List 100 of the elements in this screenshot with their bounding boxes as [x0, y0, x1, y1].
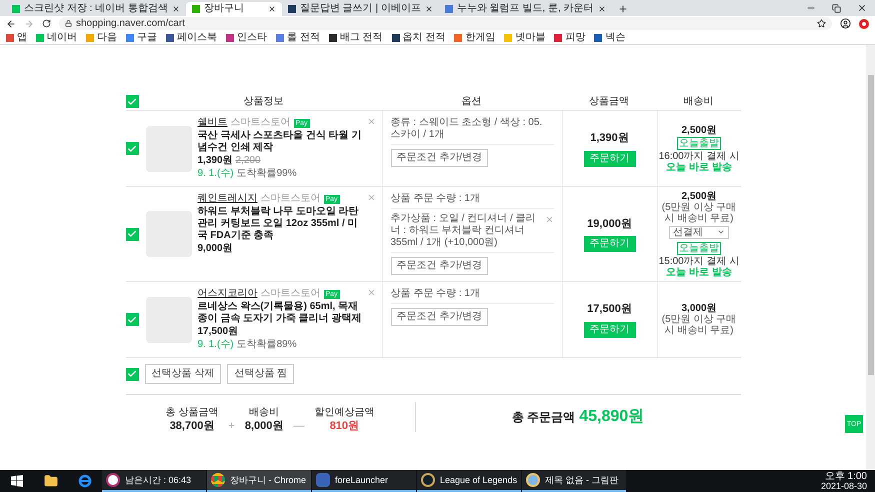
product-name[interactable]: 하워드 부처블락 나무 도마오일 라탄 관리 커팅보드 오일 12oz 355ml / 미국 FDA기준 충족	[198, 206, 368, 242]
extension-icon[interactable]	[859, 18, 869, 28]
product-name[interactable]: 르네상스 왁스(기록물용) 65ml, 목재 종이 금속 도자기 가죽 클리너 광택제	[198, 301, 368, 325]
bookmark[interactable]: 넥슨	[594, 32, 626, 42]
column-header: 옵션	[462, 96, 482, 106]
address-bar[interactable]: shopping.naver.com/cart	[59, 17, 832, 30]
taskbar-app[interactable]: 장바구니 - Chrome	[207, 470, 311, 492]
product-price: 17,500원	[198, 326, 238, 338]
tab-title: 스크린샷 저장 : 네이버 통합검색	[24, 4, 168, 14]
browser-icon[interactable]	[78, 474, 92, 488]
checkbox[interactable]	[126, 368, 138, 380]
taskbar-app[interactable]: League of Legends	[417, 470, 521, 492]
close-icon[interactable]	[857, 3, 867, 13]
bookmark[interactable]: 넷마블	[504, 32, 546, 42]
option-change-button[interactable]: 주문조건 추가/변경	[390, 257, 488, 275]
total-shipping: 8,000원	[244, 420, 284, 432]
today-badge: 오늘출발	[677, 242, 721, 254]
bookmark[interactable]: 네이버	[36, 32, 77, 42]
payment-select[interactable]: 선결제	[669, 226, 729, 238]
emblem-icon	[421, 473, 435, 487]
taskbar-app[interactable]: 제목 없음 - 그림판	[522, 470, 626, 492]
taskbar-app[interactable]: 남은시간 : 06:43	[102, 470, 206, 492]
bookmark[interactable]: 피망	[554, 32, 586, 42]
checkbox[interactable]	[126, 228, 138, 240]
item-amount: 17,500원	[587, 302, 632, 318]
bookmark[interactable]: 한게임	[454, 32, 496, 42]
close-icon[interactable]	[172, 5, 180, 13]
seller-link[interactable]: 어스지코리아	[198, 288, 258, 300]
lock-icon	[65, 20, 72, 27]
close-icon[interactable]	[268, 5, 276, 13]
product-price: 1,390원	[198, 155, 233, 167]
order-total: 45,890원	[579, 406, 644, 426]
app-title: 남은시간 : 06:43	[125, 476, 192, 484]
bookmark[interactable]: 배그 전적	[328, 32, 383, 42]
bookmark[interactable]: 페이스북	[166, 32, 217, 42]
column-header: 배송비	[684, 96, 714, 106]
arrival-date: 9. 1.(수)	[198, 168, 234, 180]
item-amount: 19,000원	[587, 216, 632, 232]
store-type: 스마트스토어	[230, 117, 290, 129]
option-change-button[interactable]: 주문조건 추가/변경	[390, 308, 488, 326]
option-text: 상품 주문 수량 : 1개	[390, 288, 481, 300]
today-badge: 오늘출발	[677, 136, 721, 150]
store-type: 스마트스토어	[260, 288, 320, 300]
back-icon[interactable]	[6, 18, 16, 28]
shipping-deadline: 16:00까지 결제 시	[658, 150, 740, 162]
checkbox[interactable]	[126, 95, 138, 108]
plus-sign: +	[228, 420, 235, 432]
checkbox[interactable]	[126, 142, 138, 155]
bookmark[interactable]: 앱	[6, 32, 27, 42]
shipping-fee: 3,000원	[681, 303, 717, 314]
restore-icon[interactable]	[832, 4, 841, 12]
total-products: 38,700원	[170, 420, 214, 432]
arrival-date: 9. 1.(수)	[198, 339, 234, 351]
browser-tab[interactable]: 장바구니	[186, 2, 282, 16]
bookmark[interactable]: 옵치 전적	[392, 32, 446, 42]
reload-icon[interactable]	[42, 19, 51, 28]
tab-title: 장바구니	[204, 4, 245, 14]
browser-icon	[211, 473, 225, 487]
close-icon[interactable]	[424, 5, 433, 13]
store-type: 스마트스토어	[260, 193, 320, 205]
star-icon[interactable]	[817, 19, 826, 28]
app-title: League of Legends	[440, 476, 517, 484]
dispatch-note: 오늘 바로 발송	[666, 266, 732, 278]
checkbox[interactable]	[126, 313, 138, 326]
ring-icon	[106, 473, 120, 487]
product-price: 9,000원	[198, 243, 233, 255]
folder-icon[interactable]	[44, 474, 58, 488]
launcher-icon	[316, 473, 330, 487]
total-discount: 810원	[330, 420, 360, 432]
shipping-note: (5만원 이상 구매 시 배송비 무료)	[660, 314, 738, 336]
bookmark[interactable]: 구글	[126, 32, 157, 42]
seller-link[interactable]: 퀘인트레시지	[198, 193, 258, 205]
action-button[interactable]: 선택상품 찜	[227, 364, 294, 384]
arrival-probability: 도착확률99%	[236, 168, 297, 180]
product-name[interactable]: 국산 극세사 스포츠타올 건식 타월 기념수건 인쇄 제작	[198, 130, 368, 154]
original-price: 2,200	[236, 155, 261, 167]
new-tab-icon[interactable]	[618, 4, 628, 14]
close-icon[interactable]	[598, 5, 606, 13]
minus-sign: —	[293, 420, 304, 432]
tab-title: 누누와 윌럼프 빌드, 룬, 카운터	[456, 4, 594, 14]
windows-icon[interactable]	[11, 475, 23, 487]
tab-title: 질문답변 글쓰기 | 이베이프	[300, 4, 421, 14]
action-button[interactable]: 선택상품 삭제	[144, 364, 222, 384]
bookmark[interactable]: 다음	[86, 32, 117, 42]
total-label: 할인예상금액	[314, 408, 374, 418]
shipping-deadline: 15:00까지 결제 시	[658, 256, 740, 266]
shipping-fee: 2,500원	[681, 190, 717, 202]
shipping-fee: 2,500원	[681, 124, 717, 136]
option-text: 상품 주문 수량 : 1개	[390, 193, 481, 205]
scrollbar[interactable]	[866, 45, 875, 470]
bookmark[interactable]: 롤 전적	[276, 32, 320, 42]
bookmark[interactable]: 인스타	[226, 32, 267, 42]
arrival-probability: 도착확률89%	[236, 339, 297, 351]
total-label: 총 상품금액	[166, 408, 218, 418]
profile-icon[interactable]	[840, 18, 851, 29]
taskbar-app[interactable]: foreLauncher	[312, 470, 416, 492]
seller-link[interactable]: 쉘비트	[198, 117, 228, 129]
caret-icon	[717, 228, 725, 236]
option-change-button[interactable]: 주문조건 추가/변경	[390, 149, 488, 167]
app-title: foreLauncher	[335, 476, 388, 484]
